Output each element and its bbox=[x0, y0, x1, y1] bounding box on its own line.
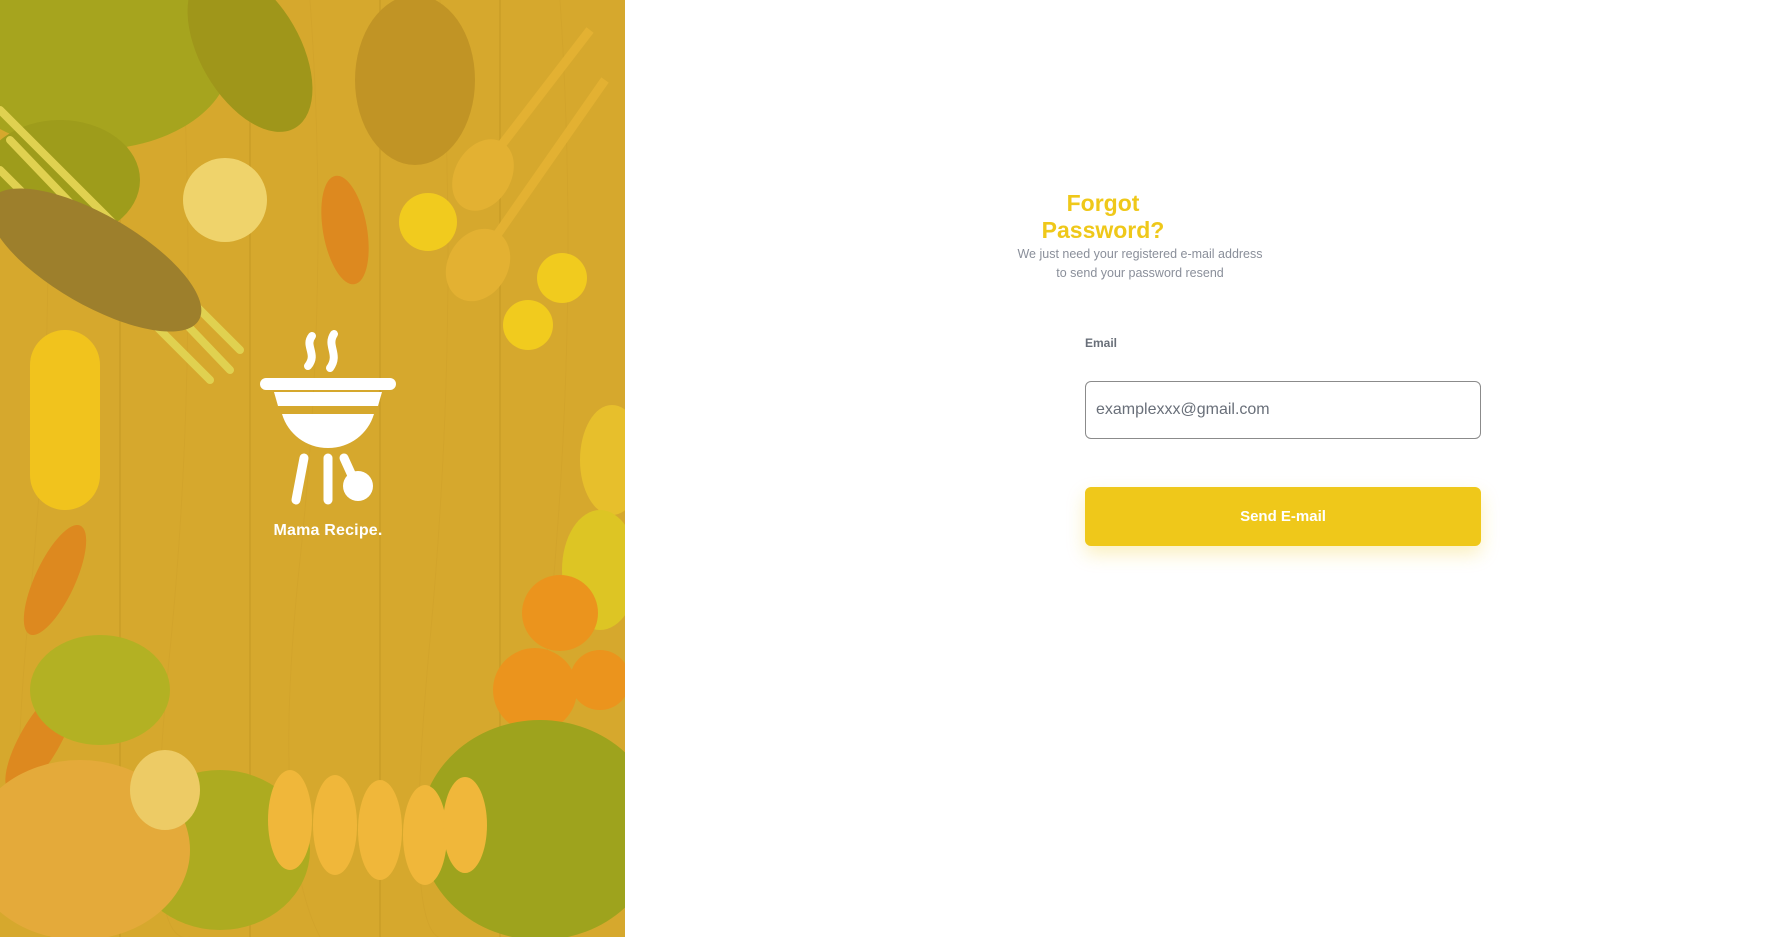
brand-name: Mama Recipe. bbox=[273, 522, 383, 539]
grill-icon bbox=[260, 330, 396, 505]
email-input[interactable] bbox=[1085, 381, 1481, 439]
send-email-button[interactable]: Send E-mail bbox=[1085, 487, 1481, 546]
brand: Mama Recipe. bbox=[0, 330, 625, 540]
email-label: Email bbox=[1085, 336, 1118, 350]
page-subtitle: We just need your registered e-mail addr… bbox=[945, 245, 1335, 283]
hero-panel: Mama Recipe. bbox=[0, 0, 625, 937]
subtitle-line-2: to send your password resend bbox=[1056, 266, 1224, 280]
forgot-password-page: Mama Recipe. Forgot Password? We just ne… bbox=[0, 0, 1788, 937]
page-title: Forgot Password? bbox=[1041, 190, 1165, 243]
subtitle-line-1: We just need your registered e-mail addr… bbox=[1017, 247, 1263, 261]
form-panel: Forgot Password? We just need your regis… bbox=[625, 0, 1788, 937]
